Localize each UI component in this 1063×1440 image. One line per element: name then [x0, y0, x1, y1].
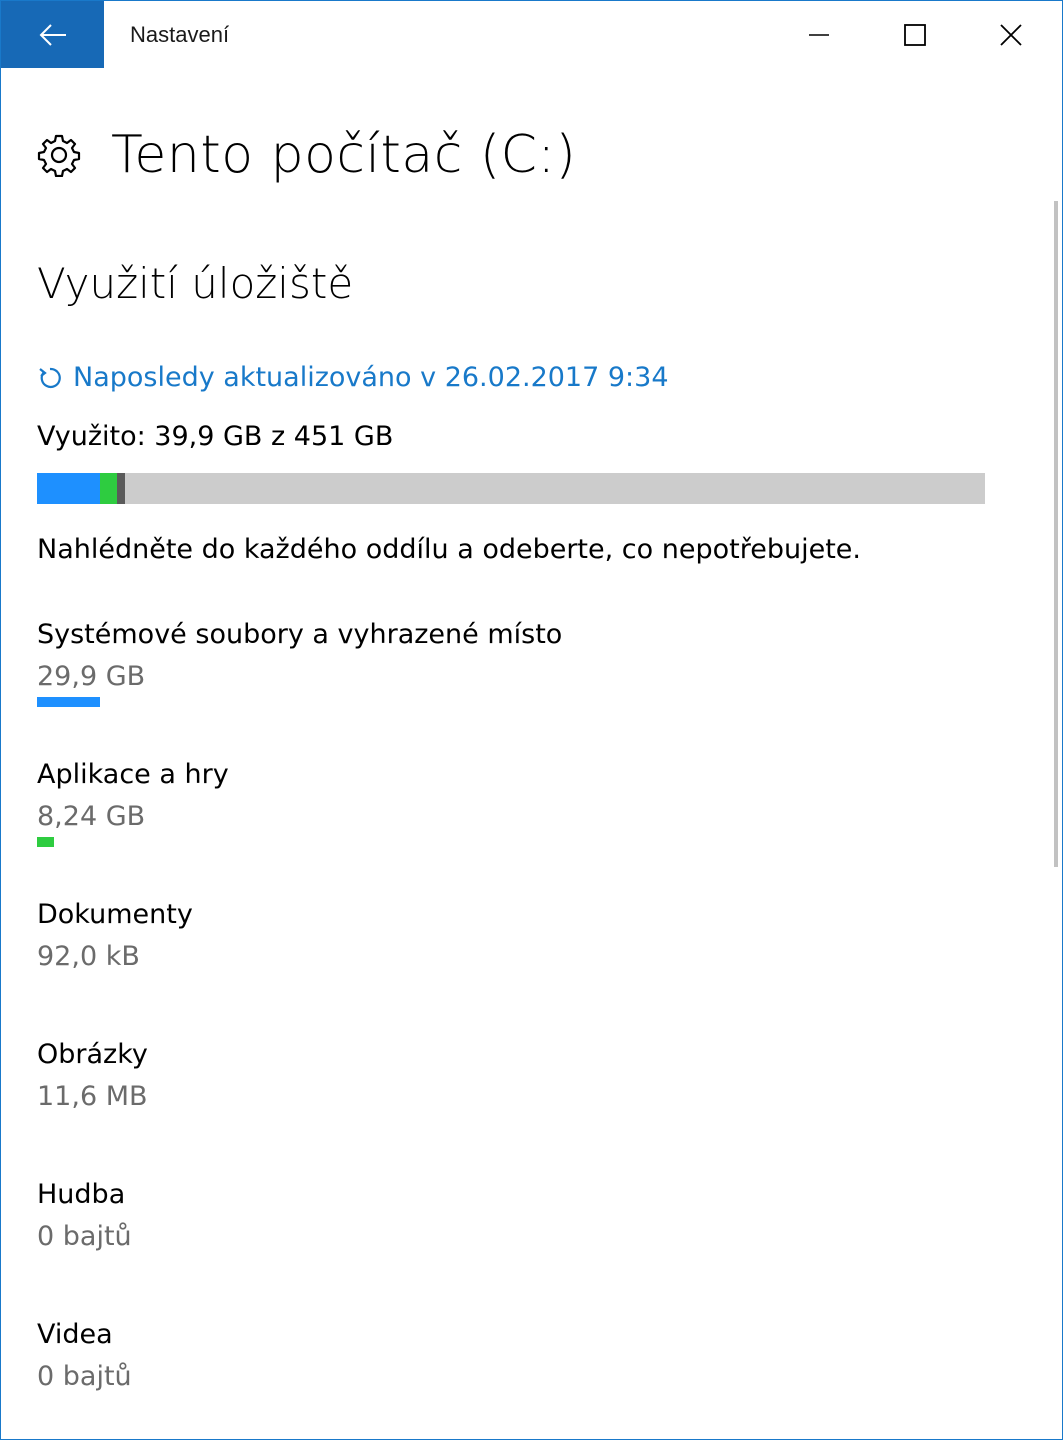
category-size: 8,24 GB [37, 801, 146, 832]
category-name: Obrázky [37, 1039, 148, 1070]
category-size: 0 bajtů [37, 1221, 132, 1252]
category-music[interactable]: Hudba 0 bajtů [37, 1177, 132, 1255]
close-icon [1000, 23, 1022, 46]
hint-text: Nahlédněte do každého oddílu a odeberte,… [37, 534, 861, 565]
usage-bar-system [37, 473, 100, 504]
category-name: Videa [37, 1319, 113, 1350]
scrollbar[interactable] [1054, 201, 1058, 867]
back-arrow-icon [39, 23, 66, 46]
close-button[interactable] [963, 1, 1059, 68]
gear-icon [37, 134, 81, 177]
maximize-icon [904, 23, 926, 46]
minimize-icon [809, 33, 829, 36]
category-size: 11,6 MB [37, 1081, 148, 1112]
category-system-files[interactable]: Systémové soubory a vyhrazené místo 29,9… [37, 617, 562, 707]
title-bar: Nastavení [1, 1, 1062, 69]
minimize-button[interactable] [771, 1, 867, 68]
category-pictures[interactable]: Obrázky 11,6 MB [37, 1037, 148, 1115]
back-button[interactable] [1, 1, 104, 68]
category-name: Dokumenty [37, 899, 193, 930]
window-title: Nastavení [130, 22, 230, 47]
usage-bar-apps [100, 473, 117, 504]
usage-bar-other [117, 473, 125, 504]
refresh-icon [39, 367, 61, 388]
refresh-link[interactable]: Naposledy aktualizováno v 26.02.2017 9:3… [37, 362, 669, 393]
category-videos[interactable]: Videa 0 bajtů [37, 1317, 132, 1395]
category-bar [37, 837, 54, 847]
usage-bar [37, 473, 985, 504]
maximize-button[interactable] [867, 1, 963, 68]
used-summary: Využito: 39,9 GB z 451 GB [37, 421, 394, 452]
category-size: 92,0 kB [37, 941, 140, 972]
page-title: Tento počítač (C:) [111, 125, 577, 185]
category-apps-games[interactable]: Aplikace a hry 8,24 GB [37, 757, 229, 847]
category-name: Hudba [37, 1179, 126, 1210]
category-documents[interactable]: Dokumenty 92,0 kB [37, 897, 193, 975]
last-updated-text: Naposledy aktualizováno v 26.02.2017 9:3… [73, 362, 669, 393]
settings-window: Nastavení Tento počítač (C:) Využití úlo… [0, 0, 1063, 1440]
category-size: 29,9 GB [37, 661, 146, 692]
category-name: Systémové soubory a vyhrazené místo [37, 619, 563, 650]
category-size: 0 bajtů [37, 1361, 132, 1392]
category-name: Aplikace a hry [37, 759, 229, 790]
page-header: Tento počítač (C:) [37, 125, 576, 185]
section-title: Využití úložiště [37, 259, 354, 308]
category-bar [37, 697, 100, 707]
